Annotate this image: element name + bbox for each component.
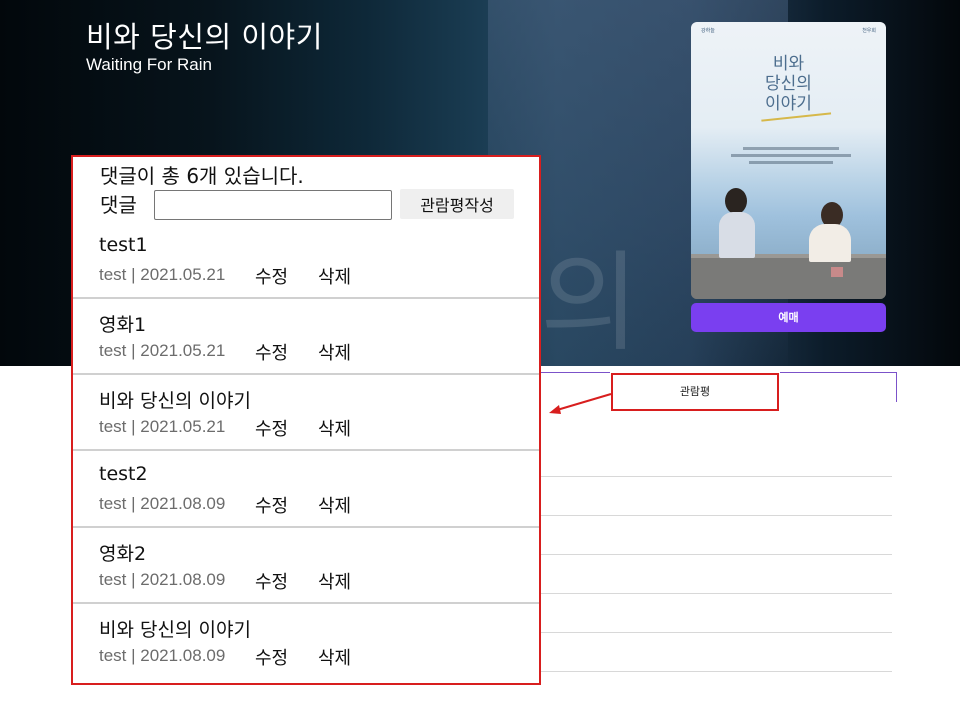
- tab-reviews[interactable]: 관람평: [611, 373, 779, 411]
- movie-english-title: Waiting For Rain: [86, 55, 212, 74]
- poster-figure-head: [725, 188, 747, 214]
- poster-credit-right: 천우희: [862, 28, 876, 34]
- list-divider: [540, 593, 892, 594]
- movie-title: 비와 당신의 이야기: [86, 20, 323, 54]
- tab-bar-border: [540, 372, 610, 373]
- comment-title: 비와 당신의 이야기: [99, 390, 251, 412]
- list-divider: [540, 476, 892, 477]
- delete-button[interactable]: 삭제: [318, 339, 351, 365]
- comment-divider: [73, 602, 539, 604]
- comment-meta: test | 2021.05.21: [99, 417, 226, 436]
- comment-title: test1: [99, 234, 148, 256]
- delete-button[interactable]: 삭제: [318, 263, 351, 289]
- list-divider: [540, 554, 892, 555]
- tab-bar-border: [780, 372, 897, 373]
- comment-item: 영화1 test | 2021.05.21 수정 삭제: [73, 310, 539, 386]
- comment-title: 영화2: [99, 543, 147, 565]
- poster-book: [831, 267, 843, 277]
- delete-button[interactable]: 삭제: [318, 568, 351, 594]
- callout-arrow-icon: [549, 393, 612, 414]
- list-divider: [540, 515, 892, 516]
- poster-title: 비와 당신의 이야기: [691, 54, 886, 114]
- poster-wall: [691, 258, 886, 299]
- edit-button[interactable]: 수정: [255, 263, 288, 289]
- comment-item: 비와 당신의 이야기 test | 2021.05.21 수정 삭제: [73, 386, 539, 462]
- comment-divider: [73, 297, 539, 299]
- edit-button[interactable]: 수정: [255, 415, 288, 441]
- list-divider: [540, 632, 892, 633]
- comment-title: 비와 당신의 이야기: [99, 619, 251, 641]
- comment-input[interactable]: [154, 190, 392, 220]
- delete-button[interactable]: 삭제: [318, 492, 351, 518]
- comment-item: test1 test | 2021.05.21 수정 삭제: [73, 234, 539, 310]
- comment-divider: [73, 449, 539, 451]
- poster-credit-left: 강하늘: [701, 28, 715, 34]
- comment-meta: test | 2021.08.09: [99, 494, 226, 513]
- movie-poster: 강하늘 천우희 비와 당신의 이야기: [691, 22, 886, 299]
- delete-button[interactable]: 삭제: [318, 415, 351, 441]
- tab-bar-border: [896, 372, 897, 402]
- poster-title-line: 비와: [772, 54, 805, 74]
- poster-title-line: 이야기: [765, 94, 812, 114]
- edit-button[interactable]: 수정: [255, 339, 288, 365]
- comment-item: 비와 당신의 이야기 test | 2021.08.09 수정 삭제: [73, 615, 539, 683]
- comment-panel: 댓글이 총 6개 있습니다. 댓글 관람평작성 test1 test | 202…: [71, 155, 541, 685]
- delete-button[interactable]: 삭제: [318, 644, 351, 670]
- reserve-button[interactable]: 예매: [691, 303, 886, 332]
- comment-item: test2 test | 2021.08.09 수정 삭제: [73, 463, 539, 539]
- poster-figure-body: [809, 224, 851, 262]
- comment-divider: [73, 373, 539, 375]
- comment-meta: test | 2021.05.21: [99, 341, 226, 360]
- submit-review-button[interactable]: 관람평작성: [400, 189, 514, 219]
- comment-title: 영화1: [99, 314, 147, 336]
- poster-title-line: 당신의: [765, 74, 812, 94]
- edit-button[interactable]: 수정: [255, 568, 288, 594]
- comment-count: 댓글이 총 6개 있습니다.: [100, 164, 304, 188]
- list-divider: [540, 671, 892, 672]
- poster-credit-block: [731, 147, 851, 168]
- comment-item: 영화2 test | 2021.08.09 수정 삭제: [73, 539, 539, 615]
- edit-button[interactable]: 수정: [255, 644, 288, 670]
- edit-button[interactable]: 수정: [255, 492, 288, 518]
- comment-meta: test | 2021.08.09: [99, 570, 226, 589]
- poster-figure-body: [719, 212, 755, 258]
- hero-watermark-glyph: 의: [540, 241, 640, 366]
- comment-meta: test | 2021.05.21: [99, 265, 226, 284]
- comment-divider: [73, 526, 539, 528]
- comment-title: test2: [99, 463, 148, 485]
- comment-input-label: 댓글: [100, 193, 137, 217]
- comment-meta: test | 2021.08.09: [99, 646, 226, 665]
